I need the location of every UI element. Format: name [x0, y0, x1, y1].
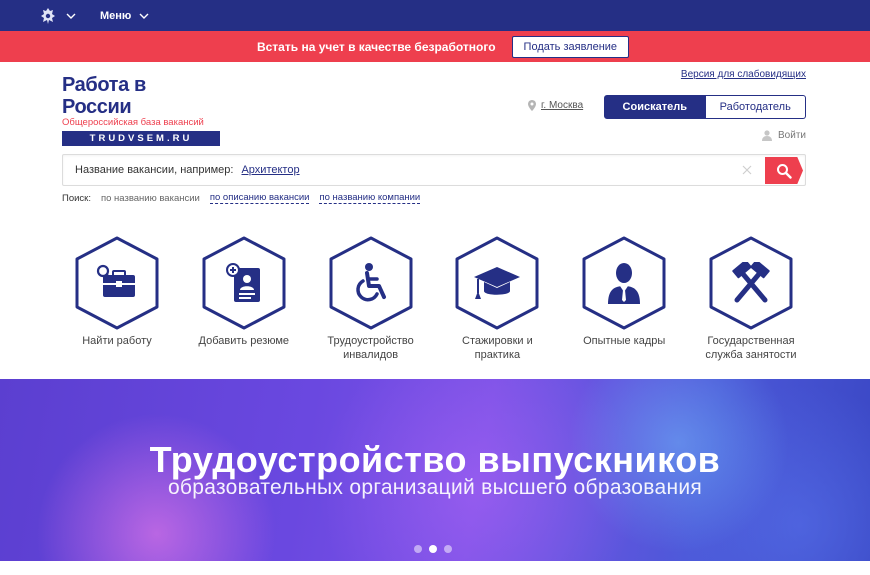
filter-label: Поиск:: [62, 192, 91, 204]
hero-slider[interactable]: Трудоустройство выпускников образователь…: [0, 379, 870, 561]
tile-label: Найти работу: [82, 335, 152, 347]
tile-label: Добавить резюме: [198, 335, 290, 347]
tile-find-job[interactable]: Найти работу: [62, 235, 172, 362]
menu-button[interactable]: Меню: [100, 10, 131, 22]
experienced-person-icon: [608, 263, 641, 304]
tile-experienced-staff[interactable]: Опытные кадры: [569, 235, 679, 362]
hexagon-frame: [579, 235, 669, 331]
graduation-cap-icon: [474, 267, 521, 299]
tile-label: Трудоустройство инвалидов: [327, 335, 414, 361]
category-tiles: Найти работу Добавить резюме Трудоустрой…: [62, 235, 806, 362]
role-switch: Соискатель Работодатель: [604, 95, 806, 119]
hexagon-frame: [706, 235, 796, 331]
accessibility-version-link[interactable]: Версия для слабовидящих: [681, 69, 806, 80]
role-employer-tab[interactable]: Работодатель: [705, 95, 806, 119]
filter-by-description[interactable]: по описанию вакансии: [209, 192, 310, 204]
submit-application-button[interactable]: Подать заявление: [511, 35, 630, 58]
logo-domain: TRUDVSEM.RU: [62, 131, 220, 146]
role-jobseeker-tab[interactable]: Соискатель: [604, 95, 706, 119]
hexagon-frame: [326, 235, 416, 331]
tile-state-employment-service[interactable]: Государственная служба занятости: [696, 235, 806, 362]
clear-icon[interactable]: [741, 164, 753, 176]
site-logo[interactable]: Работа в России Общероссийская база вака…: [62, 74, 220, 146]
tile-disabled-employment[interactable]: Трудоустройство инвалидов: [316, 235, 426, 362]
logo-title: Работа в России: [62, 74, 146, 118]
hexagon-frame: [72, 235, 162, 331]
search-icon: [777, 163, 792, 179]
location-pin-icon: [528, 100, 536, 111]
slider-dot-3[interactable]: [444, 545, 452, 553]
chevron-down-icon[interactable]: [139, 11, 149, 21]
hammers-icon: [732, 262, 770, 303]
slider-dots: [414, 545, 459, 553]
search-example-link[interactable]: Архитектор: [241, 164, 299, 176]
banner-text: Встать на учет в качестве безработного: [256, 39, 496, 54]
city-label: г. Москва: [541, 100, 584, 111]
tile-internships[interactable]: Стажировки и практика: [442, 235, 552, 362]
hexagon-frame: [199, 235, 289, 331]
filter-by-company[interactable]: по названию компании: [319, 192, 421, 204]
filter-by-title[interactable]: по названию вакансии: [101, 193, 200, 204]
login-label: Войти: [778, 130, 806, 141]
hexagon-frame: [452, 235, 542, 331]
add-resume-icon: [225, 263, 260, 302]
hero-subtitle: образовательных организаций высшего обра…: [167, 476, 703, 499]
tile-label: Стажировки и практика: [462, 335, 533, 361]
city-selector[interactable]: г. Москва: [528, 100, 583, 111]
hero-title: Трудоустройство выпускников: [149, 439, 721, 480]
search-filters: Поиск: по названию вакансии по описанию …: [62, 192, 430, 204]
tile-add-resume[interactable]: Добавить резюме: [189, 235, 299, 362]
unemployment-banner: Встать на учет в качестве безработного П…: [0, 31, 870, 62]
user-icon: [762, 130, 773, 141]
vacancy-search-input[interactable]: Название вакансии, например: Архитектор: [62, 154, 806, 186]
briefcase-search-icon: [96, 264, 135, 297]
search-hint: Название вакансии, например:: [75, 164, 234, 176]
wheelchair-icon: [355, 263, 386, 302]
tile-label: Государственная служба занятости: [705, 335, 797, 361]
coat-of-arms-icon[interactable]: [37, 5, 59, 27]
slider-dot-2[interactable]: [429, 545, 437, 553]
search-button[interactable]: [765, 157, 803, 184]
slider-dot-1[interactable]: [414, 545, 422, 553]
chevron-down-icon[interactable]: [66, 11, 76, 21]
tile-label: Опытные кадры: [583, 335, 666, 347]
logo-subtitle: Общероссийская база вакансий: [62, 117, 204, 128]
top-navigation: Меню: [0, 0, 870, 31]
login-link[interactable]: Войти: [762, 130, 806, 141]
